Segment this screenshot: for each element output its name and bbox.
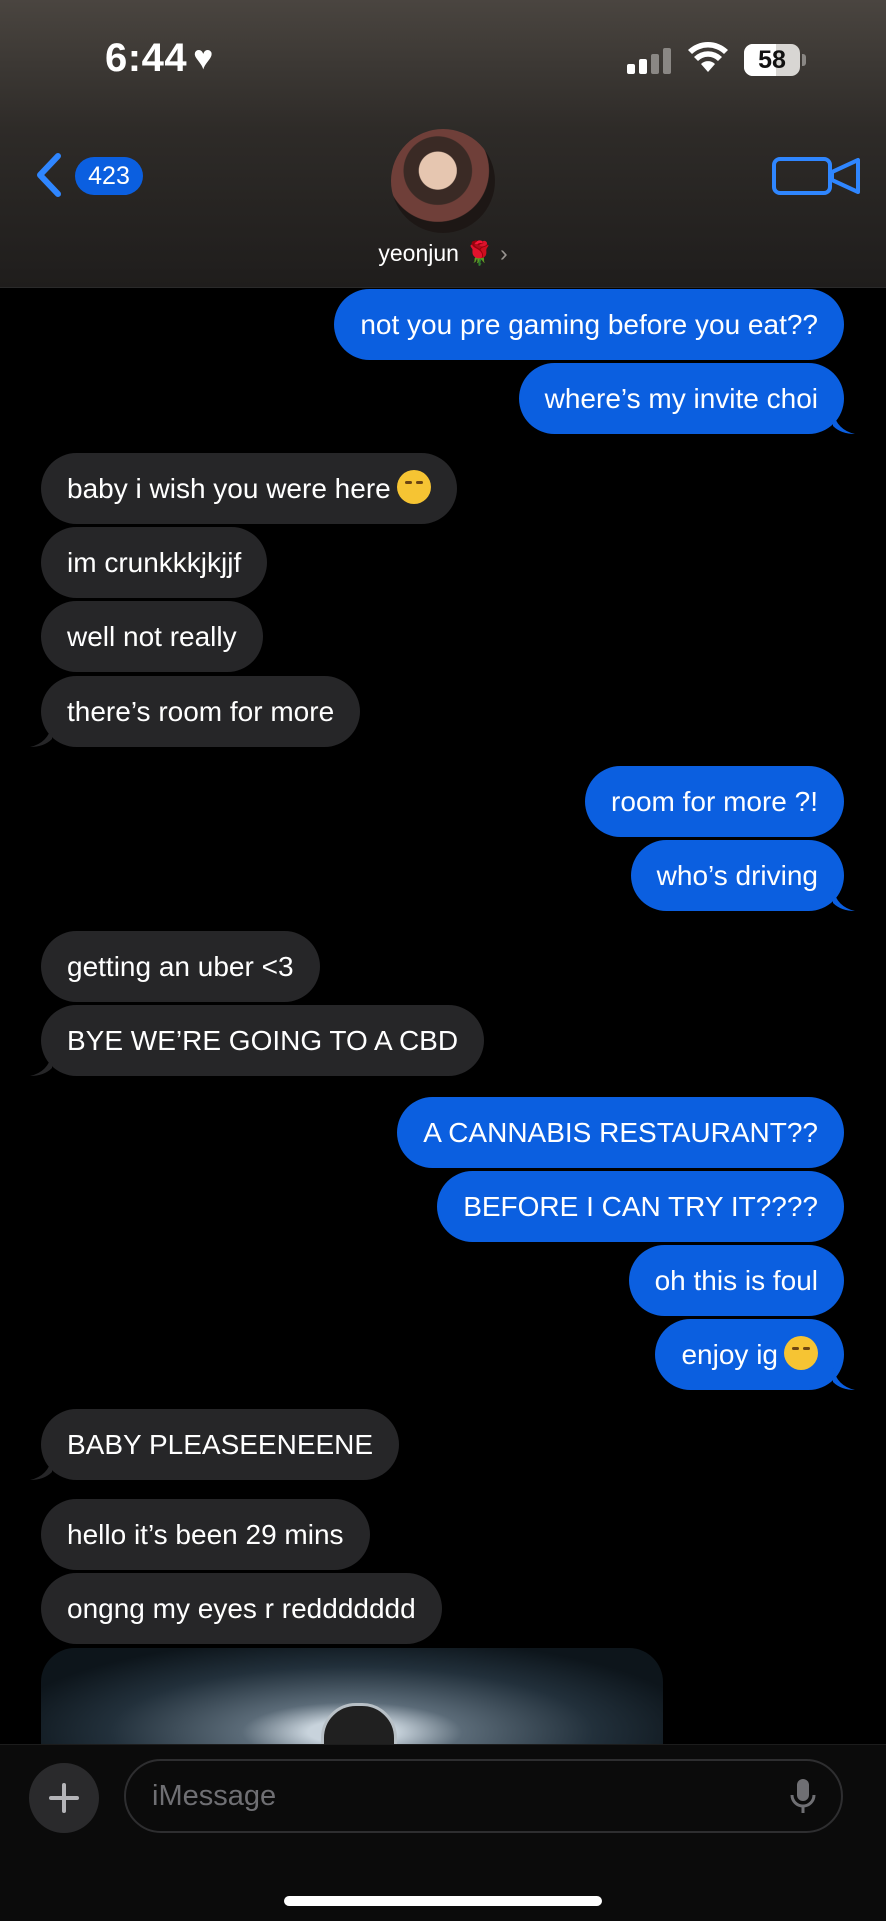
message-bubble-outgoing[interactable]: not you pre gaming before you eat?? xyxy=(334,289,844,360)
message-text: A CANNABIS RESTAURANT?? xyxy=(423,1117,818,1148)
microphone-icon[interactable] xyxy=(788,1777,818,1817)
message-input[interactable]: iMessage xyxy=(124,1759,843,1833)
message-text: who’s driving xyxy=(656,860,818,891)
message-text: not you pre gaming before you eat?? xyxy=(360,309,818,340)
bubble-tail xyxy=(30,1458,52,1480)
message-text: there’s room for more xyxy=(67,696,335,727)
message-bubble-outgoing[interactable]: where’s my invite choi xyxy=(518,363,855,434)
conversation-header: 6:44 ♥ 58 423 yeonjun 🌹 › xyxy=(0,0,886,288)
message-text: im crunkkkjkjjf xyxy=(67,547,242,578)
message-text: where’s my invite choi xyxy=(544,383,818,414)
message-bubble-incoming[interactable]: BABY PLEASEENEENE xyxy=(30,1409,400,1480)
message-bubble-incoming[interactable]: there’s room for more xyxy=(30,676,361,747)
image-attachment[interactable] xyxy=(41,1648,663,1744)
bubble-tail xyxy=(833,412,855,434)
battery-level: 58 xyxy=(758,46,786,74)
facetime-video-icon[interactable] xyxy=(772,156,862,196)
cellular-signal-icon xyxy=(627,48,675,74)
message-text: BYE WE’RE GOING TO A CBD xyxy=(67,1025,459,1056)
message-text: enjoy ig xyxy=(681,1339,778,1370)
contact-name-button[interactable]: yeonjun 🌹 › xyxy=(0,240,886,267)
message-bubble-incoming[interactable]: BYE WE’RE GOING TO A CBD xyxy=(30,1005,485,1076)
message-bubble-outgoing[interactable]: A CANNABIS RESTAURANT?? xyxy=(397,1097,844,1168)
bubble-tail xyxy=(833,889,855,911)
message-bubble-outgoing[interactable]: who’s driving xyxy=(630,840,855,911)
contact-name: yeonjun 🌹 xyxy=(378,240,494,266)
message-text: BABY PLEASEENEENE xyxy=(67,1429,374,1460)
message-bubble-incoming[interactable]: getting an uber <3 xyxy=(41,931,320,1002)
apps-plus-button[interactable] xyxy=(29,1763,99,1833)
heart-icon: ♥ xyxy=(193,39,214,77)
message-text: well not really xyxy=(67,621,237,652)
message-bubble-incoming[interactable]: ongng my eyes r reddddddd xyxy=(41,1573,442,1644)
message-text: getting an uber <3 xyxy=(67,951,294,982)
bubble-tail xyxy=(30,1054,52,1076)
weary-face-emoji-icon xyxy=(396,470,431,504)
message-text: oh this is foul xyxy=(654,1265,818,1296)
message-bubble-incoming[interactable]: im crunkkkjkjjf xyxy=(41,527,268,598)
back-chevron-icon[interactable] xyxy=(30,150,66,200)
unamused-face-emoji-icon xyxy=(784,1336,818,1370)
battery-icon: 58 xyxy=(744,44,806,76)
message-bubble-outgoing[interactable]: oh this is foul xyxy=(628,1245,844,1316)
status-time: 6:44 ♥ xyxy=(105,36,214,81)
message-input-placeholder: iMessage xyxy=(152,1780,277,1812)
message-bubble-outgoing[interactable]: BEFORE I CAN TRY IT???? xyxy=(437,1171,844,1242)
contact-avatar[interactable] xyxy=(391,129,495,233)
message-bubble-incoming[interactable]: hello it’s been 29 mins xyxy=(41,1499,370,1570)
bubble-tail xyxy=(833,1368,855,1390)
message-text: room for more ?! xyxy=(611,786,818,817)
message-bubble-outgoing[interactable]: room for more ?! xyxy=(585,766,844,837)
message-bubble-incoming[interactable]: well not really xyxy=(41,601,263,672)
message-bubble-incoming[interactable]: baby i wish you were here xyxy=(41,453,457,524)
composer-bar: iMessage xyxy=(0,1744,886,1921)
message-thread[interactable]: not you pre gaming before you eat?? wher… xyxy=(0,287,886,1744)
wifi-icon xyxy=(688,42,728,72)
image-content xyxy=(321,1703,397,1744)
message-bubble-outgoing[interactable]: enjoy ig xyxy=(655,1319,855,1390)
chevron-right-icon: › xyxy=(499,240,508,266)
message-text: ongng my eyes r reddddddd xyxy=(67,1593,416,1624)
status-time-text: 6:44 xyxy=(105,36,188,80)
message-text: baby i wish you were here xyxy=(67,473,391,504)
bubble-tail xyxy=(30,725,52,747)
message-text: hello it’s been 29 mins xyxy=(67,1519,344,1550)
home-indicator[interactable] xyxy=(284,1896,602,1906)
unread-count-badge[interactable]: 423 xyxy=(75,157,143,195)
message-text: BEFORE I CAN TRY IT???? xyxy=(463,1191,818,1222)
